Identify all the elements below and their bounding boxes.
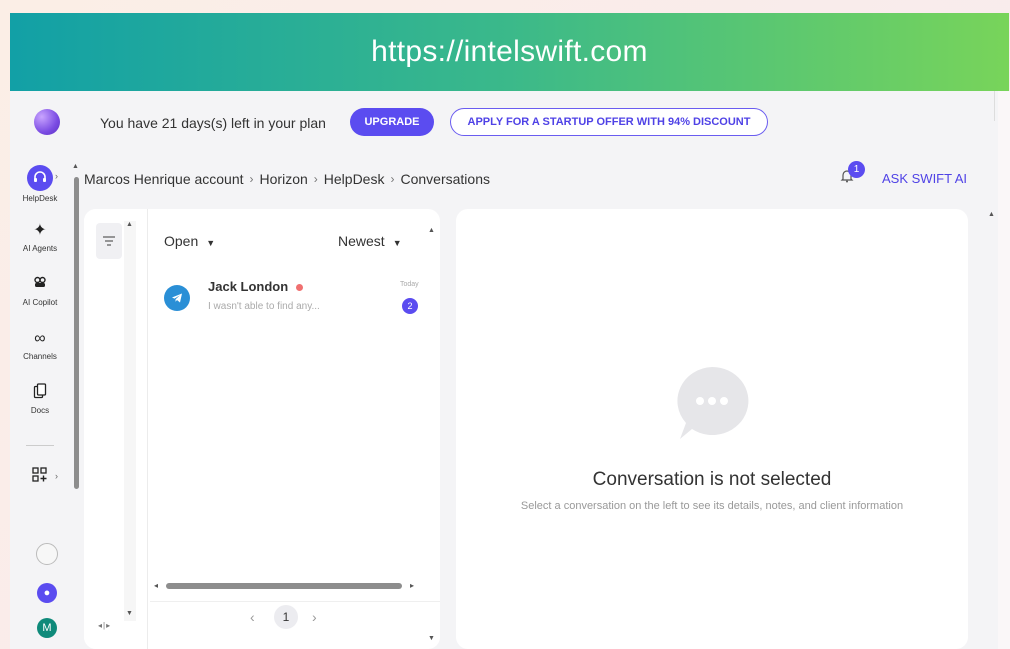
docs-icon [33, 383, 47, 403]
scrollbar-thumb[interactable] [74, 177, 79, 489]
sidebar-item-label: Channels [23, 352, 57, 361]
breadcrumb-item-helpdesk[interactable]: HelpDesk [324, 171, 385, 187]
scroll-right-arrow-icon[interactable]: ▸ [410, 581, 414, 590]
ask-swift-ai-button[interactable]: ASK SWIFT AI [882, 171, 967, 186]
conversation-item[interactable]: Jack London I wasn't able to find any...… [150, 271, 420, 327]
sparkle-icon: ✦ [33, 222, 47, 239]
pagination-divider [150, 601, 440, 602]
filter-column: ▲ ▼ ◂|▸ [84, 209, 148, 649]
sidebar: HelpDesk › ✦ AI Agents AI Copilot ∞ Chan… [10, 155, 70, 649]
telegram-icon [164, 285, 190, 311]
list-header: Open ▼ Newest ▼ ▲ [150, 209, 440, 269]
notification-badge: 1 [848, 161, 865, 178]
empty-state-subtitle: Select a conversation on the left to see… [520, 500, 904, 512]
sidebar-item-label: HelpDesk [22, 194, 58, 203]
page-edge [998, 91, 1010, 649]
main-scrollbar[interactable]: ▲ [986, 209, 996, 649]
pagination-current-page[interactable]: 1 [274, 605, 298, 629]
conversation-list: Open ▼ Newest ▼ ▲ Jack London I wasn't abl… [150, 209, 440, 649]
scroll-down-arrow-icon[interactable]: ▼ [126, 610, 133, 617]
breadcrumb-item-account[interactable]: Marcos Henrique account [84, 171, 244, 187]
horizontal-scroll-arrows-icon[interactable]: ◂|▸ [98, 621, 111, 630]
scroll-left-arrow-icon[interactable]: ◂ [154, 581, 158, 590]
status-filter-value: Open [164, 233, 199, 249]
channels-icon: ∞ [34, 330, 46, 347]
add-apps-icon [32, 467, 48, 487]
empty-state-title: Conversation is not selected [592, 469, 832, 490]
caret-down-icon: ▼ [392, 238, 402, 248]
upgrade-button[interactable]: UPGRADE [350, 108, 434, 136]
conversation-time: Today [400, 281, 419, 288]
conversation-detail-panel: Conversation is not selected Select a co… [456, 209, 968, 649]
team-icon[interactable]: ● [37, 583, 57, 603]
breadcrumb-separator-icon: › [249, 172, 254, 186]
url-banner: https://intelswift.com [10, 13, 1009, 91]
chevron-right-icon[interactable]: › [55, 471, 58, 481]
conversation-preview: I wasn't able to find any... [208, 301, 320, 312]
caret-down-icon: ▼ [206, 238, 216, 248]
avatar[interactable]: M [37, 618, 57, 638]
sidebar-divider [26, 445, 54, 446]
status-filter-dropdown[interactable]: Open ▼ [164, 233, 215, 249]
copilot-icon [33, 275, 47, 295]
sidebar-item-ai-agents[interactable]: ✦ AI Agents [10, 221, 70, 253]
breadcrumb-item-conversations: Conversations [400, 171, 490, 187]
conversation-contact-name: Jack London [208, 279, 304, 294]
sidebar-item-channels[interactable]: ∞ Channels [10, 329, 70, 361]
url-text: https://intelswift.com [371, 35, 648, 68]
scrollbar-thumb[interactable] [166, 583, 402, 589]
sidebar-scrollbar[interactable]: ▲ [72, 163, 80, 493]
headset-icon [27, 165, 53, 191]
scroll-up-arrow-icon[interactable]: ▲ [72, 163, 79, 170]
scroll-up-arrow-icon[interactable]: ▲ [126, 221, 133, 228]
app-logo[interactable] [34, 109, 60, 135]
horizontal-scrollbar[interactable]: ◂ ▸ [152, 581, 422, 591]
scroll-up-arrow-icon[interactable]: ▲ [428, 227, 435, 234]
filter-icon[interactable] [96, 223, 122, 259]
sidebar-item-helpdesk[interactable]: HelpDesk [10, 165, 70, 203]
startup-offer-button[interactable]: APPLY FOR A STARTUP OFFER WITH 94% DISCO… [450, 108, 768, 136]
status-dot [296, 284, 304, 292]
breadcrumb-separator-icon: › [313, 172, 318, 186]
conversations-panel: ▲ ▼ ◂|▸ Open▼ Newest▼ ▲ Jack London I [84, 209, 440, 649]
scroll-up-arrow-icon[interactable]: ▲ [988, 211, 995, 218]
pagination-next-icon[interactable]: › [312, 609, 317, 625]
plan-days-left-text: You have 21 days(s) left in your plan [100, 115, 326, 131]
sort-value: Newest [338, 233, 385, 249]
app-window: You have 21 days(s) left in your plan UP… [10, 91, 998, 649]
breadcrumb-item-horizon[interactable]: Horizon [260, 171, 308, 187]
sidebar-item-label: AI Agents [22, 244, 58, 253]
breadcrumb-separator-icon: › [390, 172, 395, 186]
filter-scrollbar[interactable]: ▲ ▼ [124, 221, 136, 621]
breadcrumb: Marcos Henrique account › Horizon › Help… [84, 171, 490, 187]
scroll-down-arrow-icon[interactable]: ▼ [428, 635, 435, 642]
unread-count-badge: 2 [402, 298, 418, 314]
top-bar: You have 21 days(s) left in your plan UP… [10, 91, 998, 155]
chat-bubble-icon [672, 363, 752, 443]
contact-name-text: Jack London [208, 279, 289, 294]
sort-dropdown[interactable]: Newest ▼ [338, 233, 402, 249]
pagination-prev-icon[interactable]: ‹ [250, 609, 255, 625]
chevron-right-icon[interactable]: › [55, 171, 58, 181]
sidebar-item-docs[interactable]: Docs [10, 383, 70, 415]
sidebar-item-label: AI Copilot [22, 298, 58, 307]
status-circle-icon[interactable] [36, 543, 58, 565]
sidebar-item-label: Docs [30, 406, 50, 415]
sidebar-item-apps[interactable] [10, 467, 70, 487]
sidebar-item-ai-copilot[interactable]: AI Copilot [10, 275, 70, 307]
